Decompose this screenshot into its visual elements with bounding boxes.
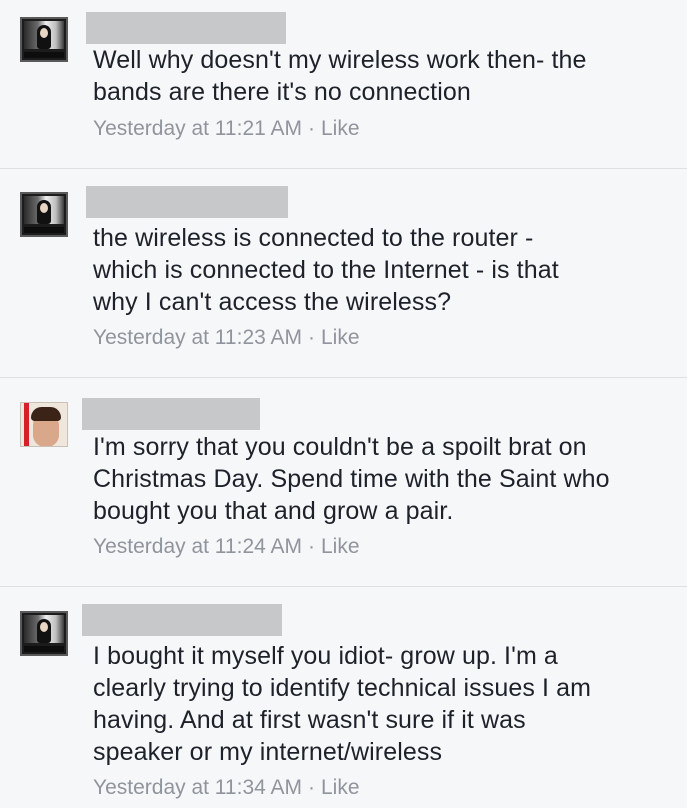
like-link[interactable]: Like bbox=[321, 326, 360, 349]
comment-item: I bought it myself you idiot- grow up. I… bbox=[0, 587, 687, 808]
comment-line: why I can't access the wireless? bbox=[93, 288, 452, 316]
redacted-author-name[interactable] bbox=[82, 604, 282, 636]
comment-line: I bought it myself you idiot- grow up. I… bbox=[93, 642, 558, 670]
comment-item: I'm sorry that you couldn't be a spoilt … bbox=[0, 378, 687, 587]
timestamp-link[interactable]: Yesterday at 11:21 AM bbox=[93, 117, 302, 140]
comment-item: Well why doesn't my wireless work then- … bbox=[0, 0, 687, 169]
redacted-author-name[interactable] bbox=[86, 186, 288, 218]
comment-line: clearly trying to identify technical iss… bbox=[93, 674, 592, 702]
timestamp-link[interactable]: Yesterday at 11:23 AM bbox=[93, 326, 302, 349]
meta-separator: · bbox=[307, 117, 315, 140]
comment-meta: Yesterday at 11:23 AM · Like bbox=[93, 324, 360, 352]
comment-line: I'm sorry that you couldn't be a spoilt … bbox=[93, 433, 587, 461]
redacted-author-name[interactable] bbox=[86, 12, 286, 44]
comment-line: speaker or my internet/wireless bbox=[93, 738, 443, 766]
comment-text: the wireless is connected to the router … bbox=[93, 222, 677, 318]
redacted-author-name[interactable] bbox=[82, 398, 260, 430]
comment-line: the wireless is connected to the router … bbox=[93, 224, 534, 252]
comment-item: the wireless is connected to the router … bbox=[0, 169, 687, 378]
comment-line: bought you that and grow a pair. bbox=[93, 497, 454, 525]
avatar[interactable] bbox=[20, 17, 68, 62]
comment-line: Well why doesn't my wireless work then- … bbox=[93, 46, 587, 74]
comment-meta: Yesterday at 11:21 AM · Like bbox=[93, 115, 360, 143]
timestamp-link[interactable]: Yesterday at 11:34 AM bbox=[93, 776, 302, 799]
comment-text: I bought it myself you idiot- grow up. I… bbox=[93, 640, 677, 768]
comment-line: bands are there it's no connection bbox=[93, 78, 471, 106]
comment-text: I'm sorry that you couldn't be a spoilt … bbox=[93, 431, 677, 527]
comment-line: having. And at first wasn't sure if it w… bbox=[93, 706, 526, 734]
meta-separator: · bbox=[307, 776, 315, 799]
comment-meta: Yesterday at 11:34 AM · Like bbox=[93, 774, 360, 802]
comment-line: which is connected to the Internet - is … bbox=[93, 256, 559, 284]
avatar[interactable] bbox=[20, 611, 68, 656]
timestamp-link[interactable]: Yesterday at 11:24 AM bbox=[93, 535, 302, 558]
comment-line: Christmas Day. Spend time with the Saint… bbox=[93, 465, 610, 493]
comment-meta: Yesterday at 11:24 AM · Like bbox=[93, 533, 360, 561]
meta-separator: · bbox=[307, 535, 315, 558]
like-link[interactable]: Like bbox=[321, 535, 360, 558]
comment-text: Well why doesn't my wireless work then- … bbox=[93, 44, 677, 108]
avatar[interactable] bbox=[20, 402, 68, 447]
avatar[interactable] bbox=[20, 192, 68, 237]
meta-separator: · bbox=[307, 326, 315, 349]
like-link[interactable]: Like bbox=[321, 117, 360, 140]
like-link[interactable]: Like bbox=[321, 776, 360, 799]
